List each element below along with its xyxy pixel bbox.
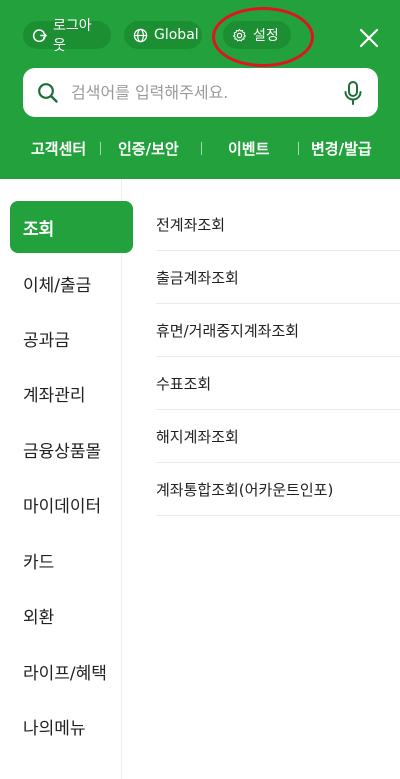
top-header: 로그아웃 Global 설정 검색어를 입력해주세요. 고객센터 인증/보안 이… xyxy=(0,0,400,179)
search-bar[interactable] xyxy=(23,68,378,117)
sidebar-item-card[interactable]: 카드 xyxy=(10,534,133,586)
logout-label: 로그아웃 xyxy=(53,18,92,54)
sidebar-item-transfer[interactable]: 이체/출금 xyxy=(10,257,133,309)
quick-link-auth-security[interactable]: 인증/보안 xyxy=(118,138,179,159)
submenu-item[interactable]: 해지계좌조회 xyxy=(156,410,400,463)
quick-link-change-issue[interactable]: 변경/발급 xyxy=(311,138,372,159)
sidebar-item-life-benefits[interactable]: 라이프/혜택 xyxy=(10,645,133,697)
sidebar-item-mydata[interactable]: 마이데이터 xyxy=(10,478,133,530)
microphone-icon[interactable] xyxy=(342,80,364,106)
global-button[interactable]: Global xyxy=(124,21,202,49)
search-icon[interactable] xyxy=(37,82,59,104)
global-label: Global xyxy=(154,27,199,43)
quick-links-bar: 고객센터 인증/보안 이벤트 변경/발급 xyxy=(0,134,400,162)
submenu-item[interactable]: 수표조회 xyxy=(156,357,400,410)
logout-button[interactable]: 로그아웃 xyxy=(23,18,111,54)
logout-icon xyxy=(32,28,47,43)
sidebar-item-account-management[interactable]: 계좌관리 xyxy=(10,367,133,419)
close-icon xyxy=(359,28,379,48)
quick-link-customer-center[interactable]: 고객센터 xyxy=(31,138,86,159)
divider xyxy=(298,142,299,155)
sidebar-item-my-menu[interactable]: 나의메뉴 xyxy=(10,700,133,752)
divider xyxy=(201,142,202,155)
submenu-list: 전계좌조회 출금계좌조회 휴면/거래중지계좌조회 수표조회 해지계좌조회 계좌통… xyxy=(156,198,400,516)
sidebar-item-utility-bills[interactable]: 공과금 xyxy=(10,312,133,364)
submenu-item[interactable]: 계좌통합조회(어카운트인포) xyxy=(156,463,400,516)
category-sidebar: 조회 이체/출금 공과금 계좌관리 금융상품몰 마이데이터 카드 외환 라이프/… xyxy=(0,179,133,779)
close-button[interactable] xyxy=(356,25,382,51)
sidebar-item-financial-products[interactable]: 금융상품몰 xyxy=(10,423,133,475)
sidebar-item-foreign-exchange[interactable]: 외환 xyxy=(10,589,133,641)
divider xyxy=(100,142,101,155)
search-input[interactable] xyxy=(71,83,342,102)
sidebar-item-inquiry[interactable]: 조회 xyxy=(10,201,133,253)
submenu-item[interactable]: 휴면/거래중지계좌조회 xyxy=(156,304,400,357)
submenu-item[interactable]: 전계좌조회 xyxy=(156,198,400,251)
highlight-circle xyxy=(212,7,314,67)
submenu-item[interactable]: 출금계좌조회 xyxy=(156,251,400,304)
quick-link-event[interactable]: 이벤트 xyxy=(228,138,269,159)
globe-icon xyxy=(133,28,148,43)
